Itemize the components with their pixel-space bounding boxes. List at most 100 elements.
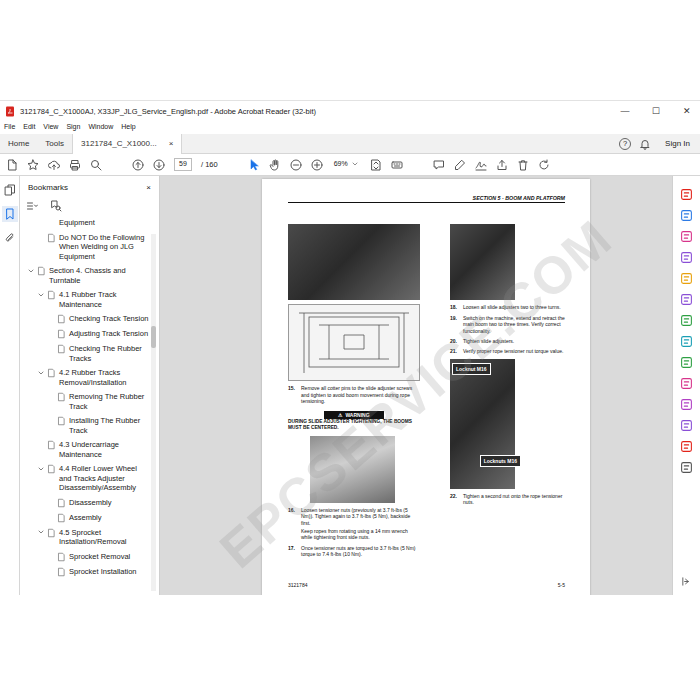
tool-icon[interactable] — [680, 398, 693, 411]
bookmark-page-icon[interactable] — [57, 329, 66, 339]
chevron-down-icon[interactable] — [27, 267, 35, 275]
app-tab[interactable]: Home — [0, 134, 37, 153]
close-button[interactable]: ✕ — [674, 106, 700, 117]
bookmark-item[interactable]: Assembly — [20, 511, 149, 526]
bookmark-page-icon[interactable] — [47, 464, 56, 474]
bookmark-page-icon[interactable] — [57, 314, 66, 324]
bookmark-page-icon[interactable] — [57, 498, 66, 508]
tab-label[interactable]: 3121784_C_X1000... — [81, 139, 157, 149]
bookmark-page-icon[interactable] — [47, 233, 56, 243]
bookmark-icon[interactable] — [2, 206, 18, 222]
bookmark-page-icon[interactable] — [57, 567, 66, 577]
bookmark-item[interactable]: Adjusting Track Tension — [20, 327, 149, 342]
page-number-field[interactable]: 59 — [174, 158, 192, 170]
expander[interactable] — [36, 290, 46, 299]
tool-icon[interactable] — [680, 272, 693, 285]
bookmark-label[interactable]: Section 4. Chassis and Turntable — [46, 266, 149, 285]
bookmark-page-icon[interactable] — [57, 344, 66, 354]
expand-panel-icon[interactable] — [681, 576, 692, 595]
expander[interactable] — [36, 464, 46, 473]
scrollbar-thumb[interactable] — [151, 326, 156, 348]
search-icon[interactable] — [90, 159, 102, 171]
panel-close-button[interactable]: × — [146, 183, 151, 193]
bookmark-label[interactable]: Equipment — [56, 218, 95, 228]
chevron-down-icon[interactable] — [37, 465, 45, 473]
tab-close-button[interactable]: × — [169, 139, 174, 149]
bookmark-search-icon[interactable] — [50, 200, 62, 212]
tool-icon[interactable] — [680, 251, 693, 264]
tab-label[interactable]: Tools — [45, 139, 64, 149]
file-icon[interactable] — [6, 159, 18, 171]
zoom-in-icon[interactable] — [311, 159, 323, 171]
bookmark-label[interactable]: Disassembly — [66, 498, 112, 508]
bookmark-label[interactable]: Checking Track Tension — [66, 314, 149, 324]
menu-item[interactable]: File — [4, 123, 15, 131]
bookmark-label[interactable]: Sprocket Removal — [66, 552, 130, 562]
bookmark-item[interactable]: Installing The Rubber Track — [20, 414, 149, 438]
tool-icon[interactable] — [680, 230, 693, 243]
highlight-pen-icon[interactable] — [454, 159, 466, 171]
minimize-button[interactable]: — — [612, 106, 638, 117]
bookmark-item[interactable]: 4.2 Rubber Tracks Removal/Installation — [20, 366, 149, 390]
caret-down-icon[interactable] — [351, 160, 359, 168]
trash-icon[interactable] — [517, 159, 529, 171]
scrollbar[interactable] — [151, 234, 156, 591]
comment-icon[interactable] — [433, 159, 445, 171]
app-tab[interactable]: 3121784_C_X1000... × — [72, 134, 182, 154]
bookmark-page-icon[interactable] — [47, 368, 56, 378]
bookmark-item[interactable]: Removing The Rubber Track — [20, 390, 149, 414]
menu-item[interactable]: Sign — [66, 123, 80, 131]
bookmark-label[interactable]: Sprocket Installation — [66, 567, 137, 577]
hand-icon[interactable] — [269, 159, 281, 171]
bookmark-label[interactable]: Adjusting Track Tension — [66, 329, 148, 339]
chevron-down-icon[interactable] — [37, 528, 45, 536]
bookmark-item[interactable]: Section 4. Chassis and Turntable — [20, 264, 149, 288]
bookmark-item[interactable]: Do NOT Do the Following When Welding on … — [20, 231, 149, 265]
bookmark-label[interactable]: Installing The Rubber Track — [66, 416, 149, 435]
paperclip-icon[interactable] — [4, 232, 16, 244]
bookmark-page-icon[interactable] — [47, 528, 56, 538]
tool-icon[interactable] — [680, 356, 693, 369]
bookmark-item[interactable]: Checking The Rubber Tracks — [20, 342, 149, 366]
bookmark-page-icon[interactable] — [37, 266, 46, 276]
tool-icon[interactable] — [680, 419, 693, 432]
maximize-button[interactable]: ☐ — [643, 106, 669, 117]
options-list-icon[interactable] — [26, 200, 38, 212]
tab-label[interactable]: Home — [8, 139, 29, 149]
zoom-out-icon[interactable] — [290, 159, 302, 171]
help-button[interactable]: ? — [619, 138, 631, 150]
tool-icon[interactable] — [680, 377, 693, 390]
tool-icon[interactable] — [680, 440, 693, 453]
expander[interactable] — [36, 368, 46, 377]
bookmark-item[interactable]: Sprocket Installation — [20, 565, 149, 580]
bookmark-label[interactable]: 4.4 Roller Lower Wheel and Tracks Adjust… — [56, 464, 149, 493]
bookmark-label[interactable]: Checking The Rubber Tracks — [66, 344, 149, 363]
tool-icon[interactable] — [680, 209, 693, 222]
sign-in-button[interactable]: Sign In — [659, 139, 696, 149]
tool-icon[interactable] — [680, 461, 693, 474]
bookmark-item[interactable]: Sprocket Removal — [20, 550, 149, 565]
bookmark-page-icon[interactable] — [47, 440, 56, 450]
menu-item[interactable]: Window — [88, 123, 113, 131]
star-icon[interactable] — [27, 159, 39, 171]
expander[interactable] — [36, 528, 46, 537]
page-thumbnails-icon[interactable] — [4, 184, 16, 196]
bookmark-label[interactable]: Do NOT Do the Following When Welding on … — [56, 233, 149, 262]
tool-icon[interactable] — [680, 314, 693, 327]
tool-icon[interactable] — [680, 293, 693, 306]
select-cursor-icon[interactable] — [248, 159, 260, 171]
bookmark-label[interactable]: Assembly — [66, 513, 102, 523]
rotate-icon[interactable] — [538, 159, 550, 171]
bookmark-item[interactable]: Disassembly — [20, 496, 149, 511]
bookmark-label[interactable]: 4.3 Undercarriage Maintenance — [56, 440, 149, 459]
upload-icon[interactable] — [48, 159, 60, 171]
expander[interactable] — [26, 266, 36, 275]
bookmark-item[interactable]: 4.5 Sprocket Installation/Removal — [20, 526, 149, 550]
bookmark-label[interactable]: Removing The Rubber Track — [66, 392, 149, 411]
bookmark-label[interactable]: 4.2 Rubber Tracks Removal/Installation — [56, 368, 149, 387]
bookmark-label[interactable]: 4.5 Sprocket Installation/Removal — [56, 528, 149, 547]
bookmark-item[interactable]: 4.4 Roller Lower Wheel and Tracks Adjust… — [20, 462, 149, 496]
fit-page-icon[interactable] — [370, 159, 382, 171]
chevron-down-icon[interactable] — [37, 369, 45, 377]
keyboard-icon[interactable] — [391, 159, 403, 171]
